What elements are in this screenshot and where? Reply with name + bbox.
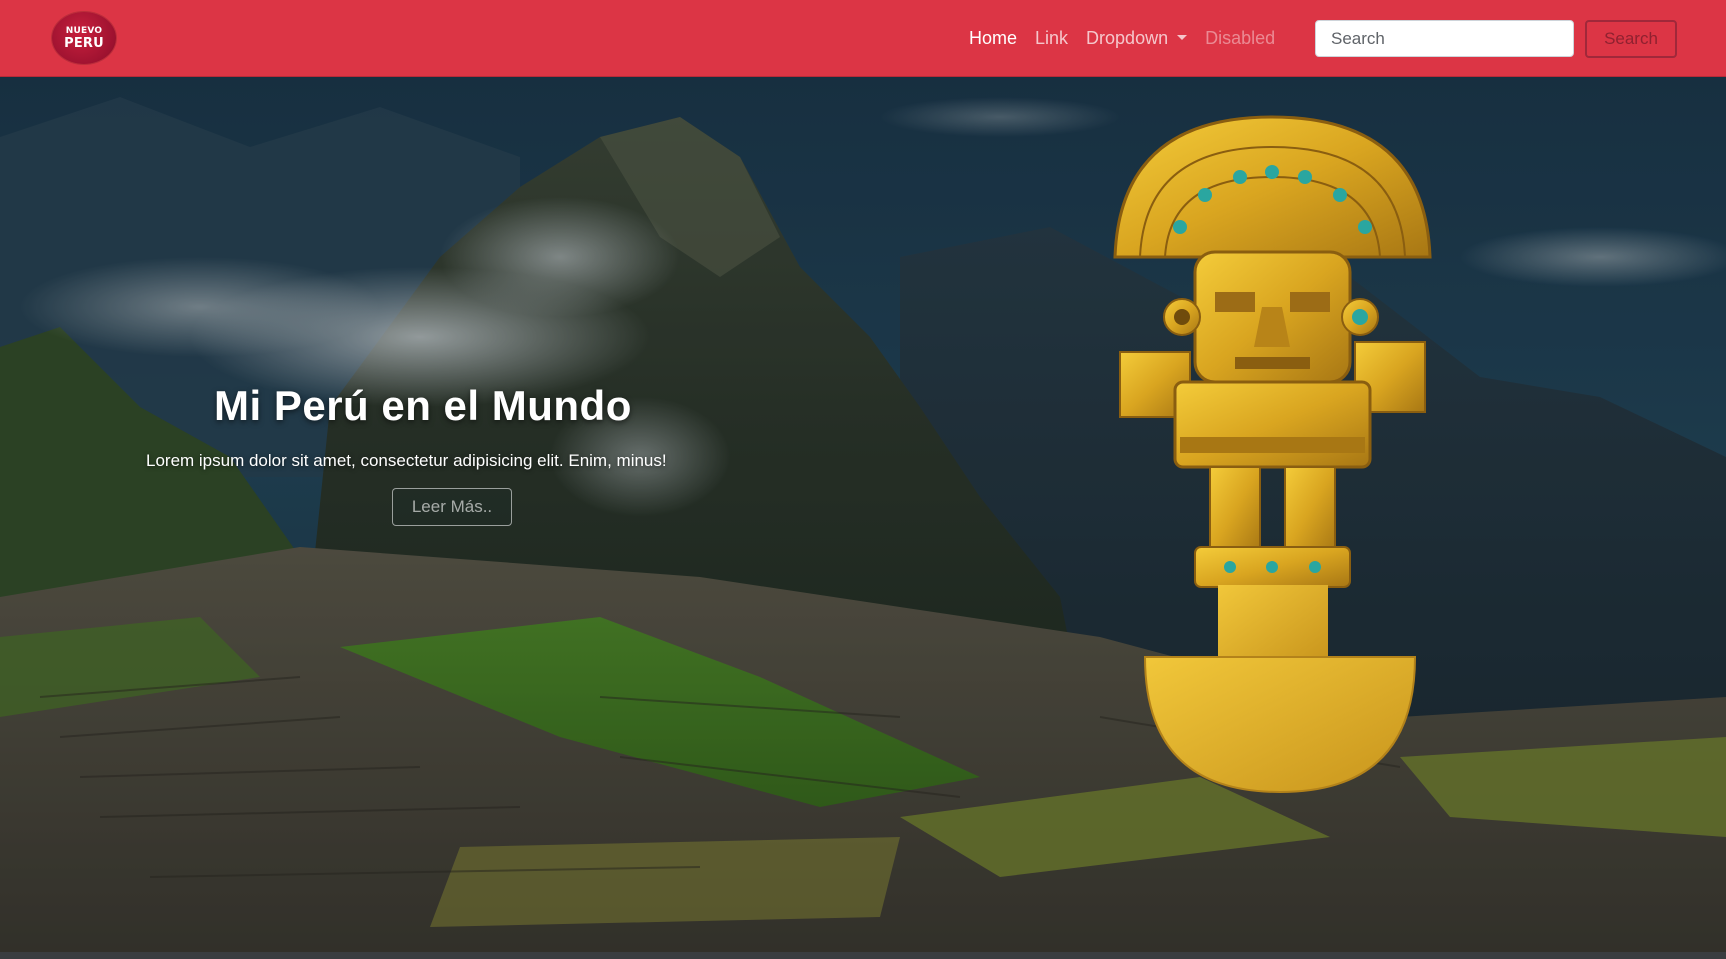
- search-button[interactable]: Search: [1585, 20, 1677, 58]
- hero-carousel: Mi Perú en el Mundo Lorem ipsum dolor si…: [0, 77, 1726, 952]
- nav-link-home[interactable]: Home: [960, 28, 1026, 49]
- brand-logo-line2: PERU: [64, 35, 104, 51]
- hero-subtitle: Lorem ipsum dolor sit amet, consectetur …: [146, 451, 667, 470]
- read-more-button[interactable]: Leer Más..: [392, 488, 512, 526]
- search-input[interactable]: [1315, 20, 1574, 57]
- hero-title: Mi Perú en el Mundo: [214, 382, 632, 429]
- carousel-caption: Mi Perú en el Mundo Lorem ipsum dolor si…: [0, 77, 900, 952]
- brand-logo-line1: NUEVO: [65, 25, 103, 36]
- nav-dropdown-label: Dropdown: [1086, 28, 1169, 48]
- bottom-bar: [0, 952, 1726, 959]
- navbar: NUEVO PERU Home Link Dropdown Disabled S…: [0, 0, 1726, 77]
- nav-links: Home Link Dropdown Disabled: [960, 0, 1284, 77]
- brand-logo[interactable]: NUEVO PERU: [52, 12, 116, 64]
- nav-link-link[interactable]: Link: [1026, 28, 1077, 49]
- nav-dropdown-toggle[interactable]: Dropdown: [1077, 28, 1196, 49]
- dropdown-caret-icon: [1177, 34, 1188, 40]
- nav-link-disabled: Disabled: [1205, 28, 1276, 48]
